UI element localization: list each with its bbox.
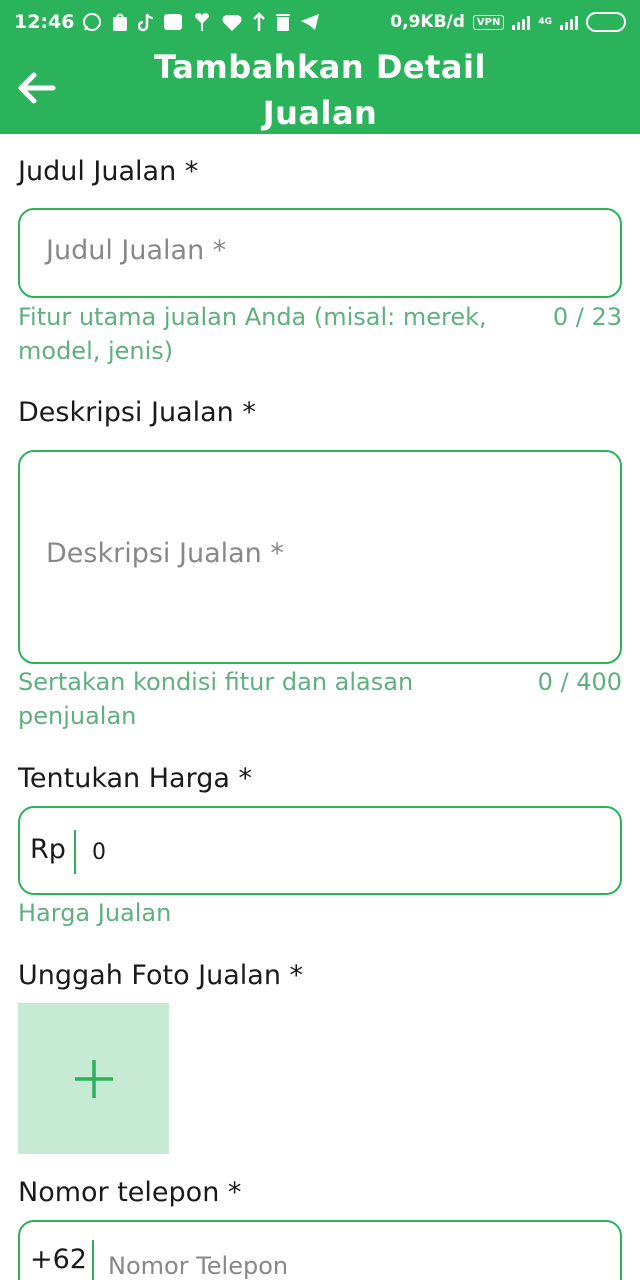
heart-tree-icon (195, 12, 210, 31)
page-title-line1: Tambahkan Detail (154, 48, 486, 86)
photo-label: Unggah Foto Jualan * (18, 960, 304, 991)
trash-icon (276, 14, 291, 31)
price-label: Tentukan Harga * (18, 763, 252, 794)
title-helper: Fitur utama jualan Anda (misal: merek, m… (18, 300, 487, 368)
arrow-left-icon (18, 72, 56, 104)
plus-icon (74, 1059, 113, 1098)
signal-icon-2 (560, 14, 578, 30)
phone-prefix: +62 (30, 1244, 87, 1275)
title-label: Judul Jualan * (18, 156, 199, 187)
status-right: 0,9KB/d VPN 4G (390, 12, 626, 32)
status-time: 12:46 (14, 11, 75, 33)
notification-icons (82, 12, 320, 32)
description-helper-line2: penjualan (18, 702, 137, 730)
description-helper-line1: Sertakan kondisi fitur dan alasan (18, 668, 414, 696)
phone-placeholder: Nomor Telepon (108, 1252, 289, 1280)
phone-divider (92, 1240, 94, 1280)
battery-icon (586, 12, 626, 32)
title-placeholder: Judul Jualan * (46, 235, 227, 266)
phone-label: Nomor telepon * (18, 1177, 242, 1208)
page-title: Tambahkan Detail Jualan (100, 44, 540, 136)
network-type: 4G (538, 16, 552, 27)
status-bar: 12:46 0,9KB/d VPN 4G (0, 0, 640, 44)
phone-input[interactable]: +62 Nomor Telepon (18, 1220, 622, 1280)
price-input[interactable]: Rp 0 (18, 806, 622, 895)
back-button[interactable] (14, 66, 58, 110)
description-helper: Sertakan kondisi fitur dan alasan penjua… (18, 665, 413, 733)
tiktok-icon (138, 13, 154, 32)
description-input[interactable]: Deskripsi Jualan * (18, 450, 622, 664)
title-helper-line2: model, jenis) (18, 337, 174, 365)
description-counter: 0 / 400 (537, 668, 622, 696)
price-divider (74, 830, 76, 874)
title-input[interactable]: Judul Jualan * (18, 208, 622, 298)
vpn-badge: VPN (472, 14, 505, 30)
whatsapp-icon (83, 13, 102, 31)
app-icon (164, 14, 183, 30)
telegram-icon (301, 14, 320, 30)
page-title-line2: Jualan (262, 94, 378, 132)
network-speed: 0,9KB/d (390, 12, 465, 32)
lazada-icon (222, 15, 242, 31)
shop-bag-icon (113, 13, 128, 31)
title-helper-line1: Fitur utama jualan Anda (misal: merek, (18, 303, 487, 331)
app-bar: Tambahkan Detail Jualan (0, 44, 640, 134)
description-placeholder: Deskripsi Jualan * (46, 538, 284, 569)
price-prefix: Rp (30, 834, 66, 865)
price-helper: Harga Jualan (18, 899, 172, 927)
price-value: 0 (92, 840, 106, 865)
upload-photo-button[interactable] (18, 1003, 169, 1154)
title-counter: 0 / 23 (552, 303, 622, 331)
upload-arrow-icon (253, 12, 266, 31)
description-label: Deskripsi Jualan * (18, 397, 256, 428)
signal-icon (512, 14, 531, 30)
